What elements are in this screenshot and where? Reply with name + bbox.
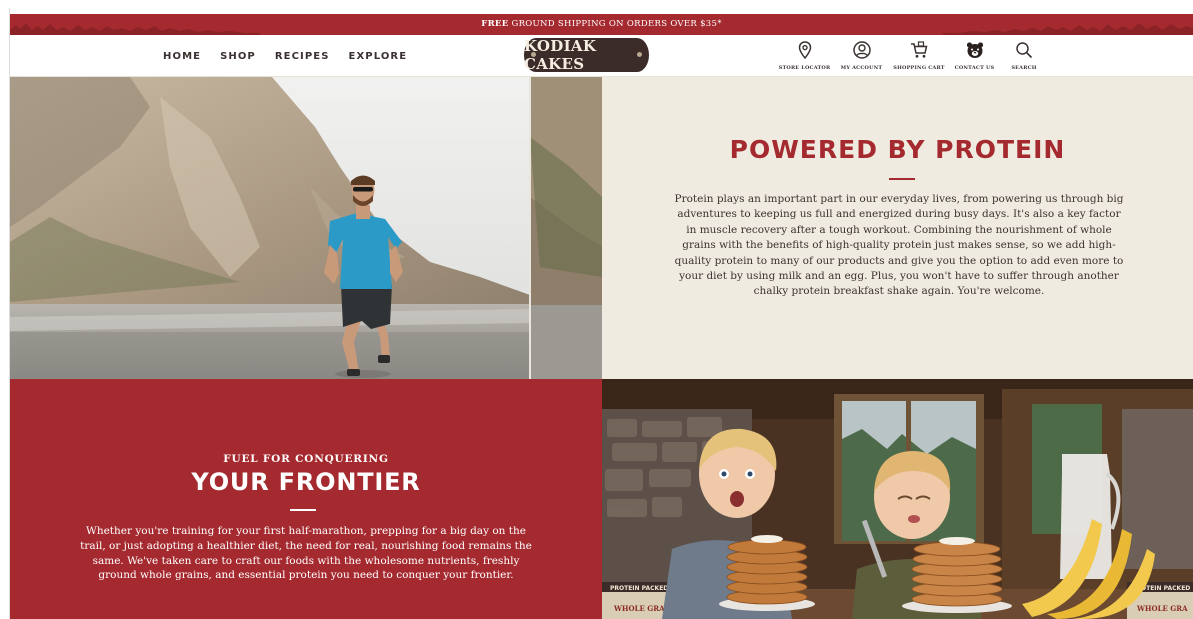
protein-divider (889, 178, 915, 180)
kids-pancakes-photo: PROTEIN PACKED WHOLE GRAINS PROTEIN PACK… (602, 379, 1193, 619)
my-account-link[interactable]: MY ACCOUNT (833, 40, 890, 71)
search-link[interactable]: SEARCH (1001, 40, 1047, 71)
box-label: WHOLE GRA (1136, 604, 1188, 613)
shopping-cart-link[interactable]: SHOPPING CART (890, 40, 948, 71)
cart-icon (911, 41, 928, 58)
powered-by-protein-section: POWERED BY PROTEIN Protein plays an impo… (602, 77, 1193, 379)
window-frame-left (0, 8, 10, 619)
nav-shop[interactable]: SHOP (220, 51, 256, 62)
frontier-eyebrow: FUEL FOR CONQUERING (223, 453, 389, 465)
announcement-bar: FREE GROUND SHIPPING ON ORDERS OVER $35* (10, 14, 1193, 35)
site-header: HOME SHOP RECIPES EXPLORE KODIAK CAKES S… (10, 35, 1193, 77)
user-icon (852, 41, 871, 59)
contact-us-label: CONTACT US (954, 65, 995, 71)
logo-ornament (637, 52, 642, 57)
logo-ornament (531, 52, 536, 57)
protein-title: POWERED BY PROTEIN (729, 135, 1066, 164)
your-frontier-section: FUEL FOR CONQUERING YOUR FRONTIER Whethe… (10, 379, 602, 619)
shopping-cart-label: SHOPPING CART (893, 65, 945, 71)
announcement-bold: FREE (481, 19, 509, 29)
nav-explore[interactable]: EXPLORE (349, 51, 408, 62)
frontier-body: Whether you're training for your first h… (80, 525, 532, 582)
contact-us-link[interactable]: CONTACT US (948, 40, 1001, 71)
nav-home[interactable]: HOME (163, 51, 201, 62)
kids-pancakes-illustration: PROTEIN PACKED WHOLE GRAINS PROTEIN PACK… (602, 379, 1193, 619)
store-locator-label: STORE LOCATOR (778, 65, 831, 71)
bear-icon (966, 42, 983, 58)
store-locator-link[interactable]: STORE LOCATOR (776, 40, 833, 71)
utility-nav: STORE LOCATOR MY ACCOUNT SHOPPING CART C… (776, 40, 1047, 71)
search-icon (1016, 42, 1033, 59)
main-nav: HOME SHOP RECIPES EXPLORE (163, 35, 407, 77)
map-pin-icon (798, 41, 811, 60)
nav-recipes[interactable]: RECIPES (275, 51, 330, 62)
runner-beach-photo (10, 77, 602, 379)
protein-body: Protein plays an important part in our e… (674, 193, 1124, 298)
runner-illustration (10, 77, 602, 379)
treeline-decoration (10, 23, 260, 35)
treeline-decoration (943, 23, 1193, 35)
frontier-title: YOUR FRONTIER (191, 468, 421, 496)
box-label: PROTEIN PACKED (610, 585, 668, 592)
logo-text: KODIAK CAKES (524, 37, 597, 73)
my-account-label: MY ACCOUNT (840, 65, 883, 71)
frontier-divider (290, 509, 316, 511)
kodiak-cakes-logo[interactable]: KODIAK CAKES (524, 37, 649, 73)
announcement-text: GROUND SHIPPING ON ORDERS OVER $35* (508, 19, 722, 29)
search-label: SEARCH (1011, 65, 1037, 71)
window-frame-top (0, 0, 1193, 8)
